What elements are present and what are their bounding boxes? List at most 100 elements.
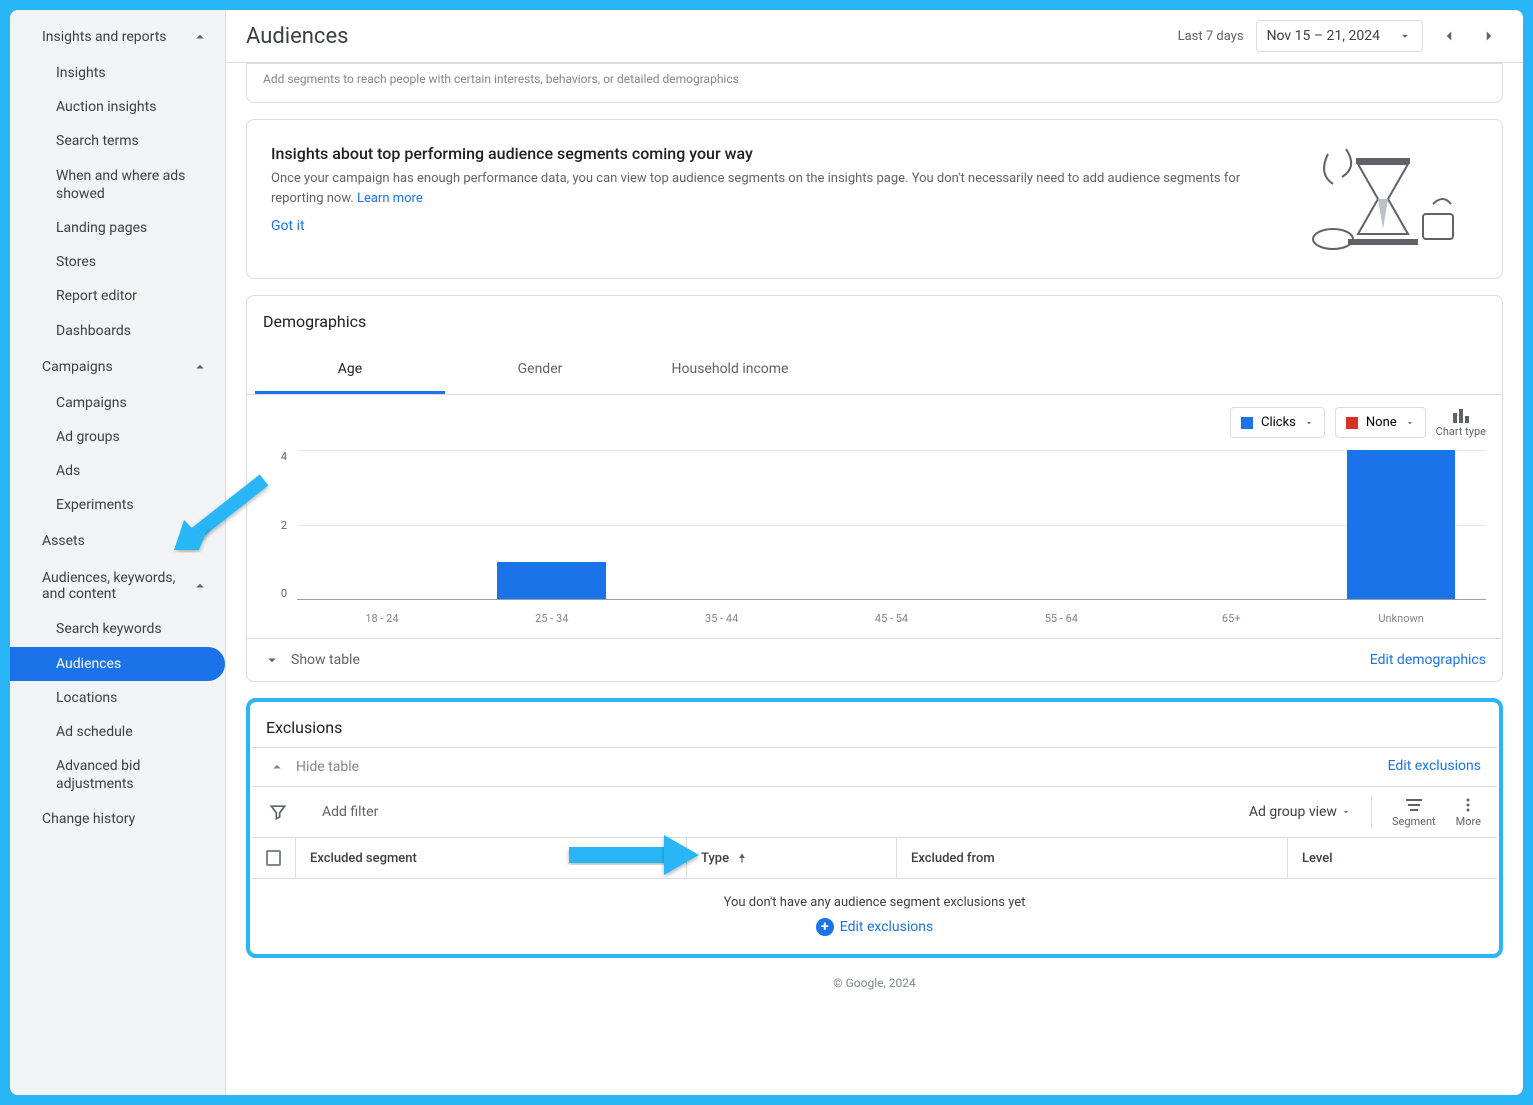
edit-exclusions-inline-button[interactable]: + Edit exclusions [816,918,933,936]
add-filter-button[interactable]: Add filter [322,804,378,820]
prev-period-button[interactable] [1435,22,1463,50]
sidebar-item-report-editor[interactable]: Report editor [10,279,225,313]
sidebar-item-landing-pages[interactable]: Landing pages [10,211,225,245]
caret-down-icon [1304,418,1314,428]
col-excluded-segment[interactable]: Excluded segment [296,838,687,878]
plus-circle-icon: + [816,918,834,936]
chevron-right-icon [1480,27,1498,45]
bar-chart-icon [1451,407,1471,423]
tab-household-income[interactable]: Household income [635,347,825,394]
sidebar-section-audiences-keywords[interactable]: Audiences, keywords, and content [10,560,225,612]
chart-type-button[interactable]: Chart type [1436,407,1486,438]
chevron-left-icon [1440,27,1458,45]
content: Add segments to reach people with certai… [226,63,1523,1095]
edit-exclusions-link[interactable]: Edit exclusions [1388,758,1481,776]
more-button[interactable]: More [1456,797,1481,828]
sidebar-item-audiences[interactable]: Audiences [10,647,225,681]
y-tick: 0 [263,587,287,600]
date-range-picker[interactable]: Nov 15 – 21, 2024 [1256,20,1423,52]
bar-slot [976,450,1146,599]
empty-message: You don't have any audience segment excl… [268,895,1481,910]
sidebar-section-label: Audiences, keywords, and content [42,570,182,602]
tab-age[interactable]: Age [255,347,445,394]
tab-gender[interactable]: Gender [445,347,635,394]
sidebar-section-campaigns[interactable]: Campaigns [10,348,225,386]
filter-icon [268,802,288,822]
sidebar-section-insights[interactable]: Insights and reports [10,18,225,56]
sidebar-item-dashboards[interactable]: Dashboards [10,314,225,348]
bar-slot [1316,450,1486,599]
bar-slot [467,450,637,599]
x-label: Unknown [1316,606,1486,630]
caret-down-icon [1341,807,1351,817]
exclusions-highlight: Exclusions Hide table Edit exclusions Ad… [246,698,1503,958]
col-level[interactable]: Level [1288,838,1497,878]
bar-slot [807,450,977,599]
sidebar-item-ad-schedule[interactable]: Ad schedule [10,715,225,749]
sidebar-item-ad-groups[interactable]: Ad groups [10,420,225,454]
sidebar-item-experiments[interactable]: Experiments [10,488,225,522]
sidebar-item-advanced-bid[interactable]: Advanced bid adjustments [10,749,225,801]
x-label: 45 - 54 [807,606,977,630]
sidebar-section-assets[interactable]: Assets [10,522,225,560]
blue-swatch-icon [1241,417,1253,429]
exclusions-table-header: Excluded segment Type Excluded from Leve… [252,837,1497,879]
date-range-label: Last 7 days [1178,29,1244,44]
metric-1-select[interactable]: Clicks [1230,407,1325,438]
sidebar-section-label: Campaigns [42,359,113,375]
red-swatch-icon [1346,417,1358,429]
learn-more-link[interactable]: Learn more [357,191,423,206]
sidebar-item-ads[interactable]: Ads [10,454,225,488]
col-excluded-from[interactable]: Excluded from [897,838,1288,878]
sidebar-item-locations[interactable]: Locations [10,681,225,715]
topbar: Audiences Last 7 days Nov 15 – 21, 2024 [226,10,1523,63]
segment-button[interactable]: Segment [1392,797,1436,828]
hourglass-illustration [1308,144,1478,254]
col-type[interactable]: Type [687,838,897,878]
sidebar-item-change-history[interactable]: Change history [10,802,225,836]
y-tick: 2 [263,519,287,532]
chevron-up-icon [268,758,286,776]
chevron-up-icon [191,28,209,46]
demographics-tabs: Age Gender Household income [247,347,1502,395]
bar [1347,450,1456,599]
sidebar-item-search-terms[interactable]: Search terms [10,124,225,158]
x-label: 25 - 34 [467,606,637,630]
date-range-value: Nov 15 – 21, 2024 [1267,28,1380,44]
sidebar-item-insights[interactable]: Insights [10,56,225,90]
exclusions-title: Exclusions [252,704,1497,747]
x-label: 65+ [1146,606,1316,630]
metric-2-select[interactable]: None [1335,407,1426,438]
sidebar-section-label: Assets [42,533,85,549]
x-label: 35 - 44 [637,606,807,630]
next-period-button[interactable] [1475,22,1503,50]
sidebar-item-search-keywords[interactable]: Search keywords [10,612,225,646]
select-all-checkbox[interactable] [252,838,296,878]
age-bar-chart: 4 2 0 18 - 2425 - 3435 - 4445 - 5455 - 6… [263,450,1486,630]
sidebar-section-label: Insights and reports [42,29,167,45]
show-table-toggle[interactable]: Show table [263,651,360,669]
edit-demographics-link[interactable]: Edit demographics [1370,652,1486,668]
sort-up-icon [735,851,749,865]
got-it-button[interactable]: Got it [271,218,305,234]
demographics-title: Demographics [247,296,1502,347]
more-vert-icon [1458,797,1478,813]
view-select[interactable]: Ad group view [1249,804,1351,820]
hide-table-toggle[interactable]: Hide table [268,758,359,776]
sidebar-item-campaigns[interactable]: Campaigns [10,386,225,420]
bar-slot [297,450,467,599]
sidebar: Insights and reports Insights Auction in… [10,10,226,1095]
segment-icon [1404,797,1424,813]
sidebar-item-auction-insights[interactable]: Auction insights [10,90,225,124]
insights-card: Insights about top performing audience s… [246,119,1503,279]
sidebar-item-stores[interactable]: Stores [10,245,225,279]
bar [497,562,606,599]
sidebar-item-when-where[interactable]: When and where ads showed [10,159,225,211]
chevron-up-icon [191,358,209,376]
insights-body: Once your campaign has enough performanc… [271,169,1288,208]
x-label: 18 - 24 [297,606,467,630]
chevron-down-icon [263,651,281,669]
bar-slot [637,450,807,599]
y-tick: 4 [263,450,287,463]
demographics-card: Demographics Age Gender Household income… [246,295,1503,682]
